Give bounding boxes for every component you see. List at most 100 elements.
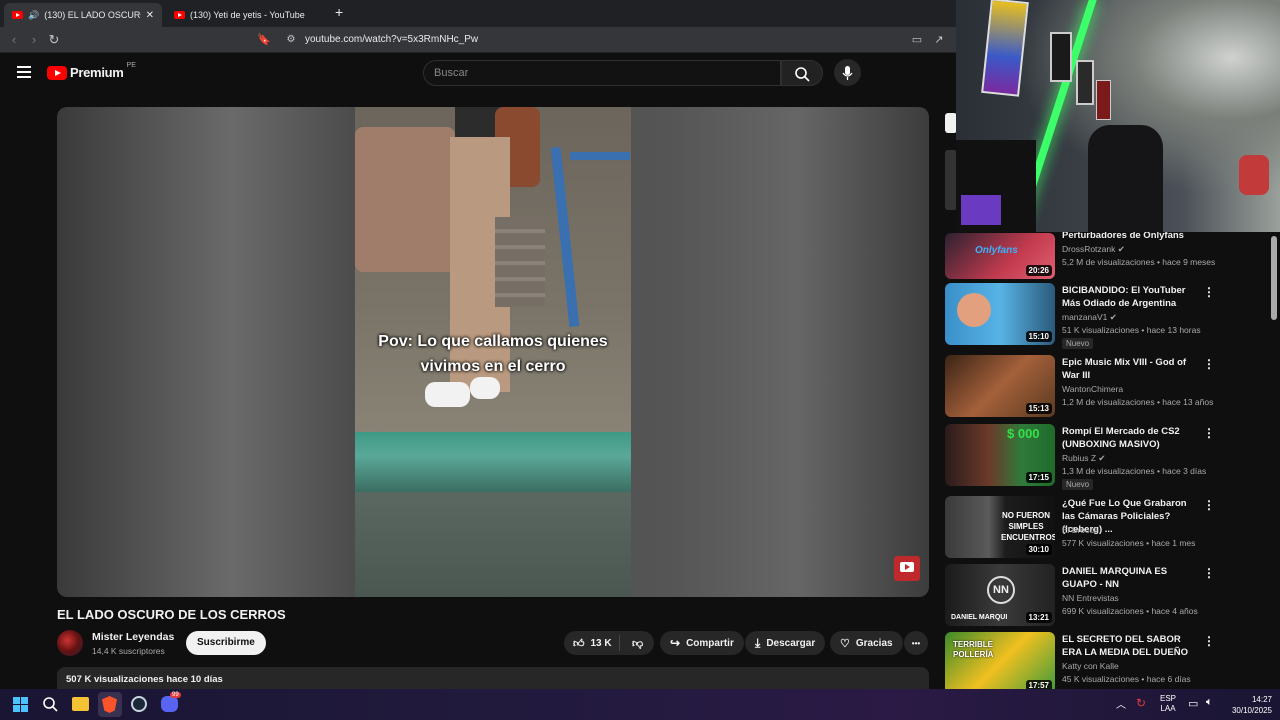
new-tab-button[interactable]: + xyxy=(335,4,343,20)
language-indicator[interactable]: ESP LAA xyxy=(1160,694,1176,714)
share-icon[interactable]: ↗ xyxy=(930,27,948,53)
youtube-play-icon xyxy=(47,65,67,80)
menu-icon[interactable] xyxy=(17,66,31,78)
more-options-icon[interactable]: ⋮ xyxy=(1203,498,1215,512)
video-thumbnail[interactable]: $ 000 17:15 xyxy=(945,424,1055,486)
language-code: ESP xyxy=(1160,694,1177,703)
search-icon xyxy=(795,67,810,82)
verified-icon: ✔ xyxy=(1098,453,1106,463)
volume-icon[interactable]: 🔈︎ xyxy=(1206,696,1213,709)
recommendation-item[interactable]: 15:10 BICIBANDIDO: El YouTuber Más Odiad… xyxy=(945,283,1275,349)
forward-icon[interactable]: › xyxy=(25,27,43,53)
more-options-icon[interactable]: ⋮ xyxy=(1203,634,1215,648)
recommendation-title[interactable]: DANIEL MARQUINA ES GUAPO - NN xyxy=(1062,565,1202,591)
recommendation-channel[interactable]: manzanaV1 ✔ xyxy=(1062,312,1117,323)
share-label: Compartir xyxy=(686,637,734,649)
more-options-icon[interactable]: ⋮ xyxy=(1203,426,1215,440)
channel-label: DrossRotzank xyxy=(1062,244,1116,254)
back-icon[interactable]: ‹ xyxy=(5,27,23,53)
more-options-icon[interactable]: ⋮ xyxy=(1203,285,1215,299)
more-options-icon[interactable]: ⋮ xyxy=(1203,357,1215,371)
video-thumbnail[interactable]: NO FUERON SIMPLES ENCUENTROS 30:10 xyxy=(945,496,1055,558)
voice-search-button[interactable] xyxy=(834,59,861,86)
recommendation-channel[interactable]: WantonChimera xyxy=(1062,384,1123,394)
clock-date: 30/10/2025 xyxy=(1231,706,1272,715)
site-info-icon[interactable]: ⚙ xyxy=(282,27,300,53)
thanks-button[interactable]: ♡ Gracias xyxy=(830,631,903,655)
file-explorer-icon[interactable] xyxy=(72,697,89,711)
share-button[interactable]: ↪ Compartir xyxy=(660,631,744,655)
search-button[interactable] xyxy=(781,60,823,86)
recommendation-channel[interactable]: DrossRotzank ✔ xyxy=(1062,244,1125,255)
recommendation-channel[interactable]: Katty con Kalle xyxy=(1062,661,1119,671)
network-icon[interactable]: ▭ xyxy=(1188,697,1198,710)
new-badge: Nuevo xyxy=(1062,479,1094,490)
recommendation-meta: 5,2 M de visualizaciones • hace 9 meses xyxy=(1062,257,1216,267)
bookmark-icon[interactable]: 🔖 xyxy=(255,27,273,53)
youtube-header: Premium PE Buscar xyxy=(0,54,956,92)
channel-watermark[interactable] xyxy=(894,556,920,581)
video-thumbnail[interactable]: Onlyfans 20:26 xyxy=(945,233,1055,279)
recommendation-item[interactable]: $ 000 17:15 Rompí El Mercado de CS2 (UNB… xyxy=(945,424,1275,490)
reload-icon[interactable]: ↻ xyxy=(45,27,63,53)
recommendation-title[interactable]: BICIBANDIDO: El YouTuber Más Odiado de A… xyxy=(1062,284,1202,310)
bag-shape xyxy=(355,127,455,272)
channel-label: manzanaV1 xyxy=(1062,312,1108,322)
video-thumbnail[interactable]: TERRIBLE POLLERÍA 17:57 xyxy=(945,632,1055,689)
shoe-shape xyxy=(470,377,500,399)
youtube-favicon-icon xyxy=(12,11,23,19)
stairs-shape xyxy=(495,217,545,307)
url-field[interactable]: youtube.com/watch?v=5x3RmNHc_Pw xyxy=(305,27,478,53)
webcam-overlay xyxy=(956,0,1280,232)
tab-title: (130) EL LADO OSCURO DE L xyxy=(44,10,141,20)
tab-active[interactable]: 🔊 (130) EL LADO OSCURO DE L ✕ xyxy=(4,3,162,27)
recommendation-item[interactable]: NN DANIEL MARQUI 13:21 DANIEL MARQUINA E… xyxy=(945,564,1275,628)
subscribe-button[interactable]: Suscribirme xyxy=(186,631,266,655)
channel-name[interactable]: Mister Leyendas xyxy=(92,631,174,643)
recommendation-item[interactable]: TERRIBLE POLLERÍA 17:57 EL SECRETO DEL S… xyxy=(945,632,1275,689)
clock[interactable]: 14:27 30/10/2025 xyxy=(1222,694,1272,716)
more-actions-button[interactable]: ••• xyxy=(904,631,928,655)
recommendation-item[interactable]: 15:13 Epic Music Mix VIII - God of War I… xyxy=(945,355,1275,419)
dislike-button[interactable]: 👎︎ xyxy=(626,637,643,650)
more-options-icon[interactable]: ⋮ xyxy=(1203,566,1215,580)
recommendation-channel[interactable]: El Brocoli xyxy=(1062,525,1098,535)
download-button[interactable]: ⤓ Descargar xyxy=(745,631,826,655)
cast-icon[interactable]: ▭ xyxy=(908,27,926,53)
tab-inactive[interactable]: (130) Yeti de yetis - YouTube xyxy=(166,3,326,27)
recommendation-title[interactable]: EL SECRETO DEL SABOR ERA LA MEDIA DEL DU… xyxy=(1062,633,1202,659)
thanks-label: Gracias xyxy=(855,637,893,649)
poster xyxy=(1050,32,1072,82)
chevron-up-icon[interactable]: ︿ xyxy=(1116,696,1126,711)
recommendation-title[interactable]: Rompí El Mercado de CS2 (UNBOXING MASIVO… xyxy=(1062,425,1202,451)
recommendation-channel[interactable]: NN Entrevistas xyxy=(1062,593,1119,603)
video-player[interactable]: Pov: Lo que callamos quienes vivimos en … xyxy=(57,107,929,597)
youtube-logo[interactable]: Premium PE xyxy=(47,62,136,80)
tray-app-icon[interactable]: ↻ xyxy=(1136,696,1146,710)
search-input[interactable]: Buscar xyxy=(423,60,781,86)
channel-avatar[interactable] xyxy=(57,630,83,656)
recommendation-channel[interactable]: Rubius Z ✔ xyxy=(1062,453,1106,464)
microphone-icon xyxy=(842,66,853,80)
recommendation-item[interactable]: NO FUERON SIMPLES ENCUENTROS 30:10 ¿Qué … xyxy=(945,496,1275,560)
video-thumbnail[interactable]: 15:10 xyxy=(945,283,1055,345)
close-tab-icon[interactable]: ✕ xyxy=(146,10,154,21)
pc-light xyxy=(961,195,1001,225)
like-button[interactable]: 👍︎ 13 K xyxy=(564,635,620,651)
windows-start-icon[interactable] xyxy=(13,697,28,712)
duration-badge: 17:15 xyxy=(1025,472,1052,483)
search-icon[interactable] xyxy=(42,696,60,714)
steam-icon[interactable] xyxy=(131,696,147,712)
discord-icon[interactable] xyxy=(161,696,178,712)
recommendation-title[interactable]: Epic Music Mix VIII - God of War III xyxy=(1062,356,1202,382)
address-bar: ‹ › ↻ 🔖 ⚙ youtube.com/watch?v=5x3RmNHc_P… xyxy=(0,27,956,53)
video-thumbnail[interactable]: NN DANIEL MARQUI 13:21 xyxy=(945,564,1055,626)
recommendation-meta: 1,3 M de visualizaciones • hace 3 días xyxy=(1062,466,1207,476)
video-thumbnail[interactable]: 15:13 xyxy=(945,355,1055,417)
thumbs-up-icon: 👍︎ xyxy=(573,637,585,650)
speaker-icon: 🔊 xyxy=(28,9,40,20)
recommendation-meta: 1,2 M de visualizaciones • hace 13 años xyxy=(1062,397,1214,407)
shoe-shape xyxy=(425,382,470,407)
sidebar-scrollbar[interactable] xyxy=(1271,236,1277,320)
thumbnail-text: Onlyfans xyxy=(975,245,1018,256)
